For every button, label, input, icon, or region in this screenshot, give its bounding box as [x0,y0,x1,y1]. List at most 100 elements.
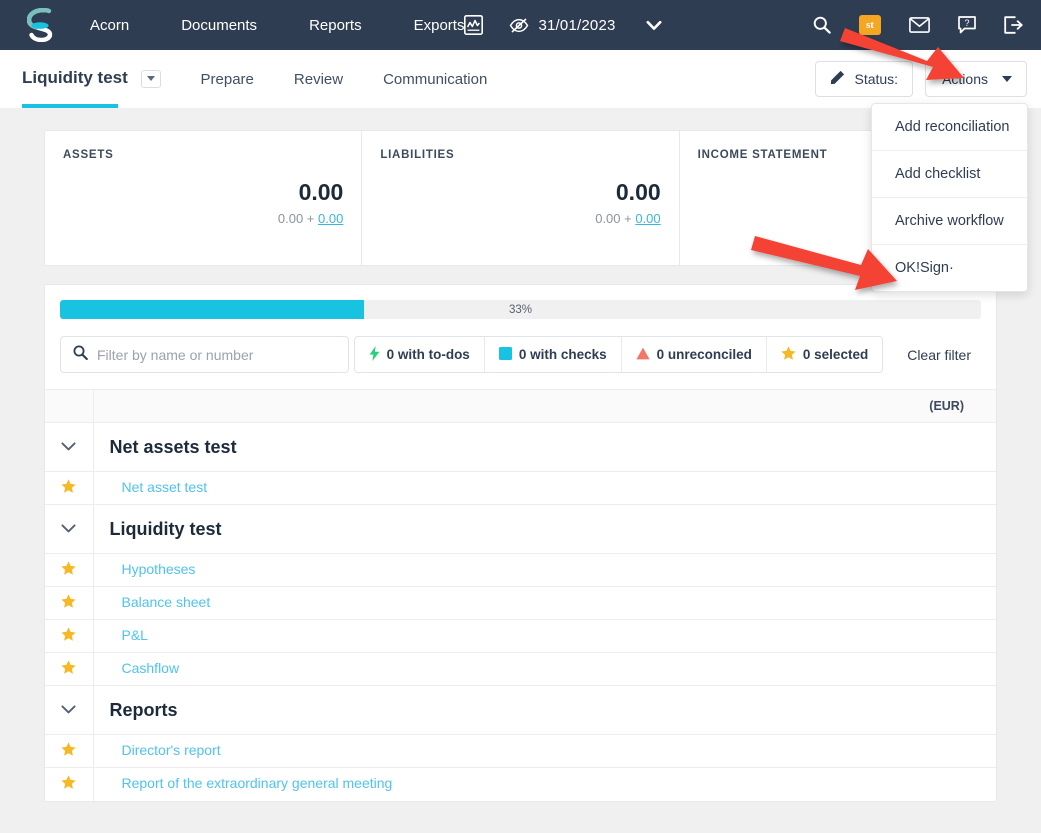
row-star-toggle[interactable] [45,553,94,587]
card-liabilities-base: 0.00 + [595,211,636,226]
chevron-down-icon[interactable] [646,20,662,31]
workflow-caret-down-icon[interactable] [140,69,161,88]
row-link[interactable]: Director's report [95,742,221,758]
workflow-title: Liquidity test [22,68,128,87]
pencil-icon [830,70,845,88]
actions-button[interactable]: Actions [925,61,1027,97]
row-link[interactable]: Hypotheses [95,561,196,577]
table-header-row: (EUR) [45,389,996,423]
row-link[interactable]: Net asset test [95,479,208,495]
status-button[interactable]: Status: [815,61,914,97]
table-group-row[interactable]: Reports [45,685,996,735]
workflow-tabs: Prepare Review Communication [201,71,528,88]
row-value [829,586,996,620]
table-row[interactable]: Balance sheet [45,586,996,620]
group-value [829,685,996,735]
group-title: Liquidity test [93,504,830,554]
app-logo[interactable] [18,5,62,45]
row-link[interactable]: Balance sheet [95,594,211,610]
actions-button-label: Actions [942,71,988,87]
table-row[interactable]: Hypotheses [45,553,996,587]
chevron-down-icon [61,521,76,536]
group-collapse-toggle[interactable] [45,685,94,735]
search-input[interactable]: Filter by name or number [60,336,349,373]
group-collapse-toggle[interactable] [45,422,94,472]
period-date-label: 31/01/2023 [538,16,616,34]
table-group-row[interactable]: Liquidity test [45,504,996,554]
group-collapse-toggle[interactable] [45,504,94,554]
row-star-toggle[interactable] [45,586,94,620]
svg-text:?: ? [964,18,969,28]
search-placeholder: Filter by name or number [97,346,254,363]
menu-item-add-reconciliation[interactable]: Add reconciliation [872,104,1027,151]
tab-communication[interactable]: Communication [383,71,487,88]
menu-item-archive-workflow[interactable]: Archive workflow [872,198,1027,245]
menu-item-add-checklist[interactable]: Add checklist [872,151,1027,198]
row-star-toggle[interactable] [45,471,94,505]
nav-item-acorn[interactable]: Acorn [90,17,129,34]
card-assets-link[interactable]: 0.00 [318,211,343,226]
table-row[interactable]: P&L [45,619,996,653]
table-header-icon-cell [45,389,94,423]
filter-unreconciled[interactable]: 0 unreconciled [621,337,767,372]
filter-with-todos[interactable]: 0 with to-dos [354,337,485,372]
card-assets-value: 0.00 [298,179,344,205]
row-name-cell: Net asset test [93,471,830,505]
row-value [829,471,996,505]
workflow-table: (EUR) Net assets test Net asset test Liq… [45,389,996,801]
filter-with-todos-label: 0 with to-dos [386,347,470,362]
filter-unreconciled-label: 0 unreconciled [656,347,752,362]
star-icon [61,741,76,760]
help-icon[interactable]: ? [958,16,976,34]
workflow-title-group[interactable]: Liquidity test [22,68,161,90]
period-selector[interactable]: 31/01/2023 [509,16,662,34]
workflow-bar: Liquidity test Prepare Review Communicat… [0,50,1041,108]
card-liabilities-label: LIABILITIES [380,149,455,161]
table-row[interactable]: Director's report [45,734,996,768]
nav-item-reports[interactable]: Reports [309,17,362,34]
nav-item-exports[interactable]: Exports [414,17,465,34]
logout-icon[interactable] [1004,16,1023,34]
table-row[interactable]: Report of the extraordinary general meet… [45,767,996,801]
row-star-toggle[interactable] [45,652,94,686]
primary-nav: Acorn Documents Reports Exports [90,17,464,34]
row-name-cell: Director's report [93,734,830,768]
clear-filter-button[interactable]: Clear filter [907,347,971,363]
row-star-toggle[interactable] [45,767,94,801]
table-row[interactable]: Net asset test [45,471,996,505]
card-liabilities-link[interactable]: 0.00 [635,211,660,226]
table-row[interactable]: Cashflow [45,652,996,686]
search-icon[interactable] [813,16,831,34]
filter-buttons: 0 with to-dos 0 with checks 0 unreconcil… [353,336,981,373]
row-name-cell: P&L [93,619,830,653]
row-name-cell: Hypotheses [93,553,830,587]
filter-with-checks[interactable]: 0 with checks [484,337,622,372]
row-link[interactable]: P&L [95,627,148,643]
st-badge[interactable]: st [859,15,881,35]
row-name-cell: Report of the extraordinary general meet… [93,767,830,801]
bolt-icon [369,345,380,364]
row-value [829,767,996,801]
row-name-cell: Balance sheet [93,586,830,620]
row-link[interactable]: Cashflow [95,660,180,676]
row-star-toggle[interactable] [45,619,94,653]
chart-icon[interactable] [464,15,484,35]
top-right-icons: st ? [813,15,1027,35]
status-button-label: Status: [854,71,899,87]
row-star-toggle[interactable] [45,734,94,768]
table-header-name-cell [93,389,830,423]
tab-review[interactable]: Review [294,71,343,88]
menu-item-oksign[interactable]: OK!Sign· [872,245,1027,291]
actions-dropdown-menu: Add reconciliation Add checklist Archive… [871,103,1028,292]
filter-selected[interactable]: 0 selected [766,337,883,372]
star-icon [61,775,76,793]
nav-item-documents[interactable]: Documents [181,17,257,34]
caret-down-icon [1002,76,1012,82]
table-group-row[interactable]: Net assets test [45,422,996,472]
mail-icon[interactable] [909,17,930,33]
tab-prepare[interactable]: Prepare [201,71,254,88]
card-assets-base: 0.00 + [277,211,319,226]
row-link[interactable]: Report of the extraordinary general meet… [95,775,393,791]
group-title: Net assets test [93,422,830,472]
progress-row: 33% [45,285,996,319]
